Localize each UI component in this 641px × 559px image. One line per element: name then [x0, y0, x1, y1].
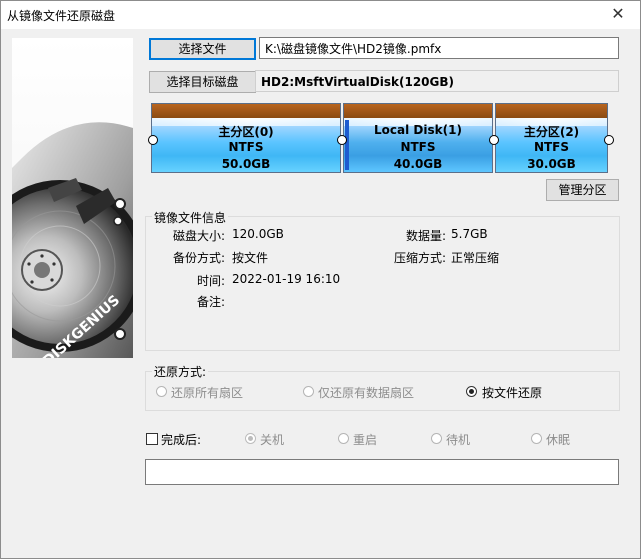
partition-block-1[interactable]: Local Disk(1) NTFS 40.0GB	[343, 103, 493, 173]
after-completion-label[interactable]: 完成后:	[161, 431, 201, 448]
partition-block-0[interactable]: 主分区(0) NTFS 50.0GB	[151, 103, 341, 173]
restart-radio[interactable]	[338, 433, 349, 444]
partition-cap	[496, 104, 607, 118]
restore-dialog: 从镜像文件还原磁盘 ✕ DISKGENIUS 选择文件 K:\磁盘镜像文件\HD…	[0, 0, 641, 559]
restore-used-sectors-label[interactable]: 仅还原有数据扇区	[318, 384, 414, 401]
hibernate-label[interactable]: 休眠	[546, 431, 570, 448]
partition-name: Local Disk(1)	[374, 123, 462, 137]
title-bar: 从镜像文件还原磁盘 ✕	[1, 1, 640, 29]
disk-size-value: 120.0GB	[232, 227, 284, 241]
hard-disk-illustration: DISKGENIUS	[12, 122, 133, 358]
compress-method-value: 正常压缩	[451, 251, 500, 265]
partition-fs: NTFS	[400, 140, 436, 154]
shutdown-label[interactable]: 关机	[260, 431, 284, 448]
restore-progress-bar	[145, 459, 619, 485]
note-label: 备注:	[197, 295, 226, 309]
time-label: 时间:	[197, 274, 226, 288]
standby-label[interactable]: 待机	[446, 431, 470, 448]
partition-size: 40.0GB	[393, 157, 443, 171]
restart-label[interactable]: 重启	[353, 431, 377, 448]
partition-fs: NTFS	[228, 140, 264, 154]
shutdown-radio[interactable]	[245, 433, 256, 444]
partition-cap	[152, 104, 340, 118]
time-value: 2022-01-19 16:10	[232, 272, 341, 286]
restore-all-sectors-label[interactable]: 还原所有扇区	[171, 384, 243, 401]
partition-size: 50.0GB	[221, 157, 271, 171]
close-icon[interactable]: ✕	[596, 1, 640, 29]
partition-name: 主分区(2)	[523, 125, 580, 139]
partition-block-2[interactable]: 主分区(2) NTFS 30.0GB	[495, 103, 608, 173]
backup-method-label: 备份方式:	[173, 251, 226, 265]
restore-mode-title: 还原方式:	[152, 363, 209, 380]
resize-handle-right-icon[interactable]	[604, 135, 614, 145]
diskgenius-logo-image: DISKGENIUS	[12, 38, 133, 358]
standby-radio[interactable]	[431, 433, 442, 444]
disk-size-label: 磁盘大小:	[173, 229, 226, 243]
restore-all-sectors-radio[interactable]	[156, 386, 167, 397]
target-disk-field: HD2:MsftVirtualDisk(120GB)	[255, 70, 619, 92]
data-amount-label: 数据量:	[406, 229, 447, 243]
restore-by-file-label[interactable]: 按文件还原	[482, 384, 542, 401]
resize-handle-icon[interactable]	[337, 135, 347, 145]
image-file-path-field[interactable]: K:\磁盘镜像文件\HD2镜像.pmfx	[259, 37, 619, 59]
resize-handle-left-icon[interactable]	[148, 135, 158, 145]
compress-method-label: 压缩方式:	[394, 251, 447, 265]
manage-partitions-button[interactable]: 管理分区	[546, 179, 619, 201]
image-info-title: 镜像文件信息	[152, 209, 229, 226]
partition-name: 主分区(0)	[218, 125, 274, 139]
restore-by-file-radio[interactable]	[466, 386, 477, 397]
partition-fs: NTFS	[533, 140, 570, 154]
after-completion-checkbox[interactable]	[146, 433, 158, 445]
hibernate-radio[interactable]	[531, 433, 542, 444]
choose-target-disk-button[interactable]: 选择目标磁盘	[149, 71, 256, 93]
data-amount-value: 5.7GB	[451, 227, 488, 241]
backup-method-value: 按文件	[232, 251, 269, 265]
partition-cap	[344, 104, 492, 118]
resize-handle-icon[interactable]	[489, 135, 499, 145]
restore-used-sectors-radio[interactable]	[303, 386, 314, 397]
choose-file-button[interactable]: 选择文件	[149, 38, 256, 60]
partition-size: 30.0GB	[527, 157, 576, 171]
window-title: 从镜像文件还原磁盘	[7, 9, 116, 23]
